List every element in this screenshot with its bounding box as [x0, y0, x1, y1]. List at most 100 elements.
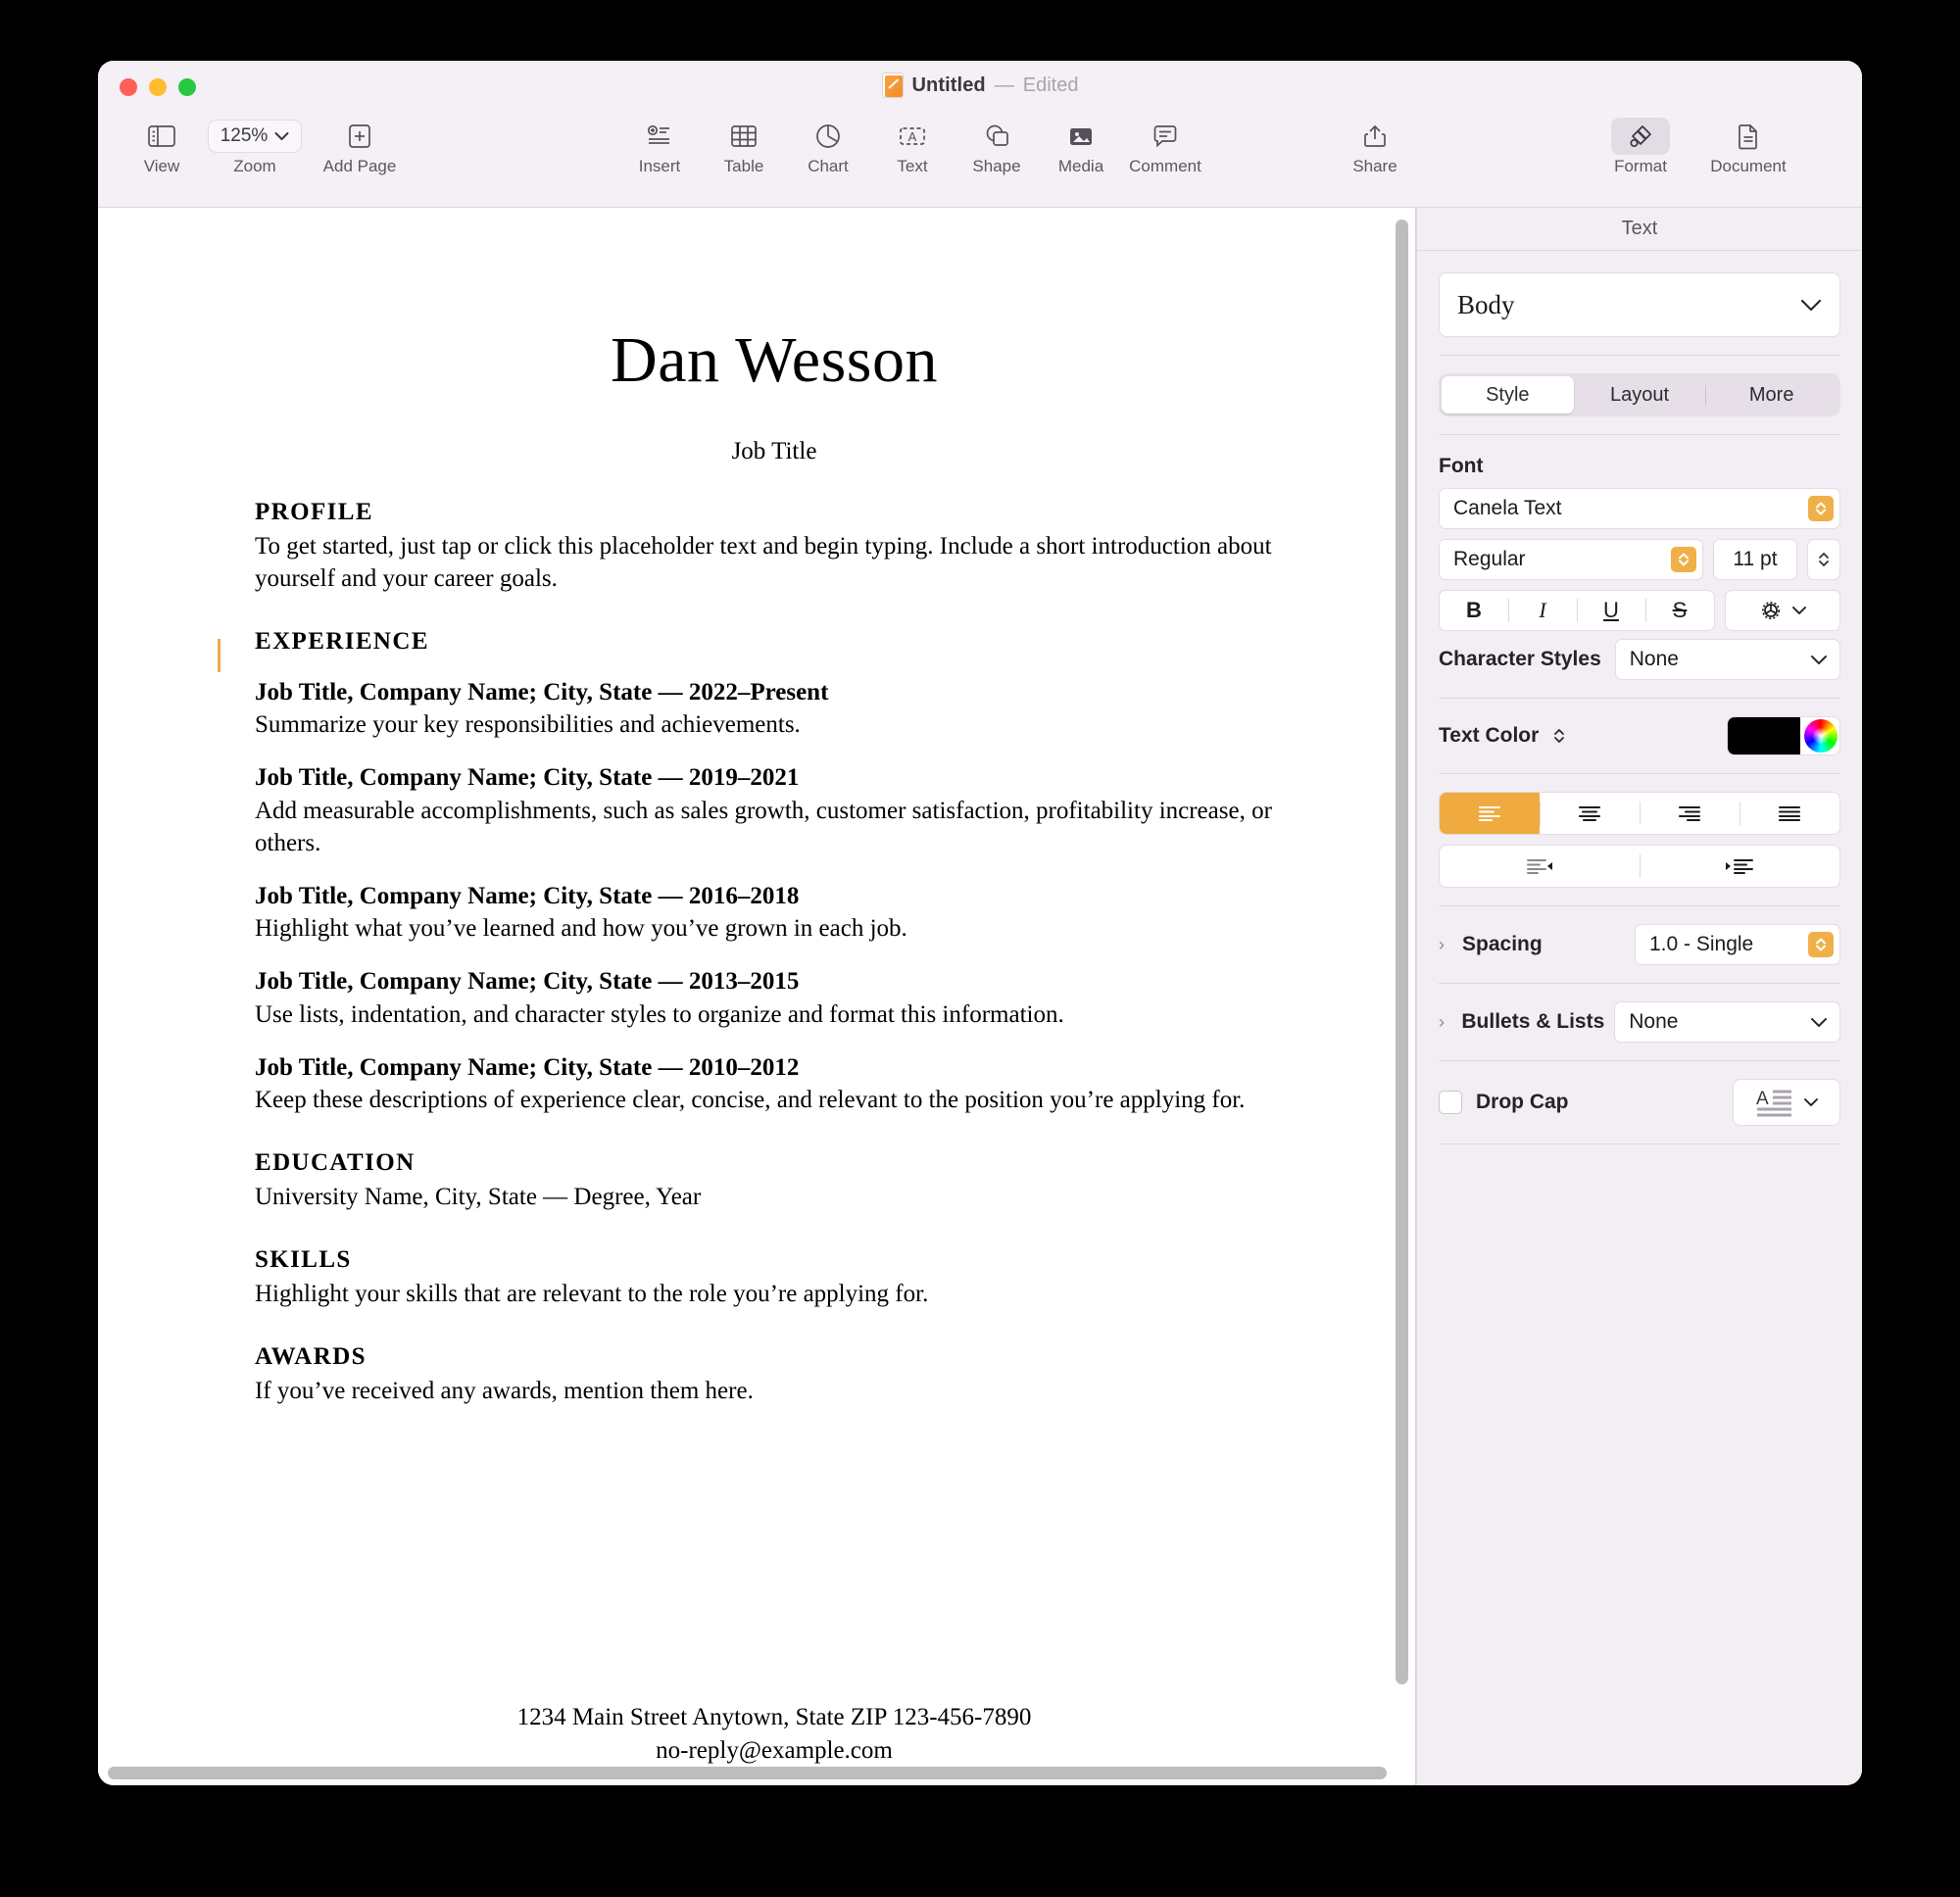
vertical-scrollbar-thumb[interactable] [1396, 219, 1408, 1684]
section-heading-skills[interactable]: SKILLS [255, 1246, 1294, 1274]
tab-layout[interactable]: Layout [1574, 376, 1706, 413]
document-canvas[interactable]: Dan Wesson Job Title PROFILE To get star… [98, 208, 1416, 1785]
vertical-scrollbar[interactable] [1396, 219, 1408, 1689]
spacing-select[interactable]: 1.0 - Single [1635, 924, 1840, 965]
align-right-button[interactable] [1640, 793, 1740, 834]
share-button[interactable]: Share [1333, 112, 1417, 176]
disclosure-triangle-icon[interactable]: › [1439, 935, 1452, 955]
gear-icon [1761, 601, 1781, 620]
zoom-control[interactable]: 125% Zoom [204, 112, 306, 176]
font-weight-select[interactable]: Regular [1439, 539, 1703, 580]
chart-button[interactable]: Chart [786, 112, 870, 176]
italic-button[interactable]: I [1508, 591, 1577, 630]
font-weight-stepper-icon[interactable] [1671, 547, 1696, 572]
horizontal-scrollbar[interactable] [108, 1767, 1387, 1779]
section-body-education[interactable]: University Name, City, State — Degree, Y… [255, 1181, 1294, 1213]
footer-address[interactable]: 1234 Main Street Anytown, State ZIP 123-… [255, 1701, 1294, 1734]
media-button[interactable]: Media [1039, 112, 1123, 176]
page-1[interactable]: Dan Wesson Job Title PROFILE To get star… [98, 208, 1416, 1785]
bold-button[interactable]: B [1440, 591, 1508, 630]
job-title[interactable]: Job Title, Company Name; City, State — 2… [255, 966, 1294, 998]
bullets-lists-select[interactable]: None [1614, 1001, 1840, 1043]
section-body-awards[interactable]: If you’ve received any awards, mention t… [255, 1375, 1294, 1407]
increase-indent-button[interactable] [1640, 846, 1839, 887]
experience-entry: Job Title, Company Name; City, State — 2… [255, 677, 1294, 742]
section-body-profile[interactable]: To get started, just tap or click this p… [255, 530, 1294, 595]
job-description[interactable]: Add measurable accomplishments, such as … [255, 795, 1294, 859]
font-advanced-options-button[interactable] [1725, 590, 1840, 631]
zoom-icon-wrap: 125% [207, 118, 303, 155]
job-title[interactable]: Job Title, Company Name; City, State — 2… [255, 881, 1294, 913]
section-heading-education[interactable]: EDUCATION [255, 1149, 1294, 1177]
align-left-button[interactable] [1440, 793, 1540, 834]
add-page-button[interactable]: Add Page [306, 112, 414, 176]
font-family-select[interactable]: Canela Text [1439, 488, 1840, 529]
chevron-down-icon [1800, 299, 1822, 311]
resume-name[interactable]: Dan Wesson [255, 324, 1294, 397]
share-icon [1362, 118, 1388, 155]
view-button[interactable]: View [120, 112, 204, 176]
spacing-stepper-icon[interactable] [1808, 932, 1834, 957]
horizontal-scrollbar-thumb[interactable] [108, 1767, 1387, 1779]
paragraph-style-value: Body [1457, 289, 1515, 319]
sidebar-icon [147, 118, 176, 155]
job-description[interactable]: Keep these descriptions of experience cl… [255, 1084, 1294, 1116]
tab-more[interactable]: More [1705, 376, 1838, 413]
spacing-label: Spacing [1462, 933, 1543, 955]
toolbar: View 125% Zoom Add Page Insert Table Cha… [98, 112, 1862, 208]
section-education: EDUCATION University Name, City, State —… [255, 1149, 1294, 1213]
section-heading-experience[interactable]: EXPERIENCE [255, 628, 1294, 656]
decrease-indent-button[interactable] [1440, 846, 1640, 887]
job-title[interactable]: Job Title, Company Name; City, State — 2… [255, 1052, 1294, 1085]
job-description[interactable]: Highlight what you’ve learned and how yo… [255, 912, 1294, 945]
text-color-swatch[interactable] [1728, 717, 1800, 754]
zoom-popup[interactable]: 125% [207, 120, 303, 153]
window-title: Untitled — Edited [98, 73, 1862, 98]
section-heading-awards[interactable]: AWARDS [255, 1343, 1294, 1371]
align-justify-button[interactable] [1740, 793, 1839, 834]
drop-cap-style-button[interactable]: A [1733, 1079, 1840, 1126]
font-size-stepper[interactable] [1807, 539, 1840, 580]
job-description[interactable]: Summarize your key responsibilities and … [255, 708, 1294, 741]
updown-arrows-icon[interactable] [1552, 726, 1566, 746]
font-size-field[interactable]: 11 pt [1713, 539, 1797, 580]
resume-subtitle[interactable]: Job Title [255, 438, 1294, 465]
shape-button[interactable]: Shape [955, 112, 1039, 176]
comment-button[interactable]: Comment [1123, 112, 1207, 176]
format-button[interactable]: Format [1592, 112, 1690, 176]
format-label: Format [1614, 157, 1667, 175]
section-body-skills[interactable]: Highlight your skills that are relevant … [255, 1278, 1294, 1310]
job-title[interactable]: Job Title, Company Name; City, State — 2… [255, 762, 1294, 795]
job-title[interactable]: Job Title, Company Name; City, State — 2… [255, 677, 1294, 709]
drop-cap-icon: A [1756, 1089, 1791, 1117]
divider [1439, 905, 1840, 906]
disclosure-triangle-icon[interactable]: › [1439, 1012, 1451, 1033]
divider [1439, 698, 1840, 699]
insert-button[interactable]: Insert [617, 112, 702, 176]
document-footer[interactable]: 1234 Main Street Anytown, State ZIP 123-… [255, 1701, 1294, 1768]
title-separator: — [994, 73, 1014, 96]
character-styles-select[interactable]: None [1614, 639, 1840, 680]
tab-style[interactable]: Style [1442, 376, 1574, 413]
drop-cap-checkbox[interactable] [1439, 1091, 1462, 1114]
font-group-label: Font [1439, 455, 1484, 477]
document-title: Untitled [911, 73, 986, 96]
section-heading-profile[interactable]: PROFILE [255, 499, 1294, 526]
text-color-well[interactable] [1727, 716, 1840, 755]
text-button[interactable]: A Text [870, 112, 955, 176]
section-profile: PROFILE To get started, just tap or clic… [255, 499, 1294, 595]
font-family-stepper-icon[interactable] [1808, 496, 1834, 521]
document-button[interactable]: Document [1690, 112, 1807, 176]
chevron-down-icon [1811, 1017, 1827, 1027]
indent-buttons [1439, 845, 1840, 888]
job-description[interactable]: Use lists, indentation, and character st… [255, 998, 1294, 1031]
divider [1439, 355, 1840, 356]
strikethrough-button[interactable]: S [1645, 591, 1714, 630]
footer-email[interactable]: no-reply@example.com [255, 1734, 1294, 1768]
paragraph-style-select[interactable]: Body [1439, 272, 1840, 337]
color-wheel-icon[interactable] [1804, 719, 1838, 753]
document-content: Dan Wesson Job Title PROFILE To get star… [255, 208, 1294, 1407]
table-button[interactable]: Table [702, 112, 786, 176]
underline-button[interactable]: U [1577, 591, 1645, 630]
align-center-button[interactable] [1540, 793, 1640, 834]
